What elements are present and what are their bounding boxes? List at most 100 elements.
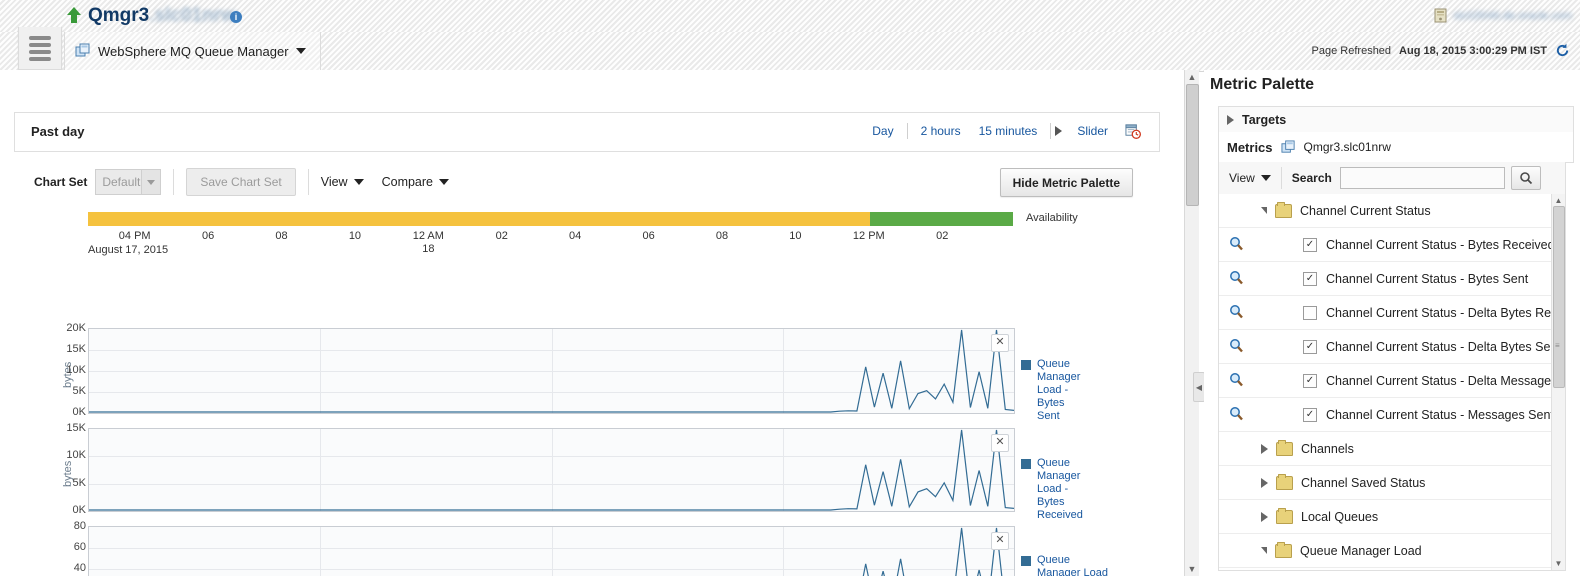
metric-tree-metric-row[interactable]: ⋮⋮✓Queue Manager Load - Bytes Received [1219,568,1565,570]
palette-view-menu[interactable]: View [1229,171,1271,185]
magnifier-icon[interactable] [1229,372,1244,390]
y-axis-tick: 80 [73,520,86,532]
legend-swatch [1021,556,1031,566]
metric-tree-folder-row[interactable]: Local Queues [1219,500,1565,534]
scrollbar-thumb[interactable] [1186,84,1199,206]
chevron-right-icon [1227,115,1234,125]
metric-checkbox[interactable]: ✓ [1303,407,1317,422]
magnifier-icon[interactable] [1229,236,1244,254]
y-axis-tick: 5K [72,476,86,489]
chevron-down-icon[interactable] [1261,207,1267,214]
chevron-right-icon[interactable] [1261,443,1268,454]
metrics-section-header: Metrics Qmgr3.slc01nrw [1218,132,1574,163]
time-range-options: Day 2 hours 15 minutes Slider [863,123,1141,139]
availability-segment-0[interactable] [88,212,870,226]
plot-area[interactable] [88,328,1015,414]
metric-tree: Channel Current Status ✓ Channel Current S… [1218,194,1566,571]
range-option-2hours[interactable]: 2 hours [912,124,970,138]
hide-metric-palette-button[interactable]: Hide Metric Palette [999,168,1133,197]
magnifier-icon[interactable] [1229,338,1244,356]
metric-tree-rows: Channel Current Status ✓ Channel Current S… [1219,194,1565,570]
folder-icon [1276,473,1293,490]
metric-tree-folder-row[interactable]: Channel Saved Status [1219,466,1565,500]
slider-toggle[interactable]: Slider [1068,124,1117,138]
range-option-15minutes[interactable]: 15 minutes [970,124,1047,138]
range-option-day[interactable]: Day [863,124,902,138]
metric-checkbox[interactable]: ✓ [1303,271,1317,286]
divider [1280,167,1282,189]
metric-label: Channel Current Status - Delta Bytes Sen… [1326,339,1561,354]
legend-label[interactable]: Queue Manager Load - Bytes Received [1037,457,1083,522]
metric-tree-metric-row[interactable]: ✓ Channel Current Status - Messages Sent/… [1219,398,1565,432]
chevron-right-icon[interactable] [1261,511,1268,522]
chevron-down-icon[interactable] [1261,547,1267,554]
time-range-panel: Past day Day 2 hours 15 minutes Slider [14,112,1160,152]
metric-tree-folder-row[interactable]: Queue Manager Load [1219,534,1565,568]
close-icon[interactable]: ✕ [991,334,1009,352]
plot-area[interactable] [88,526,1015,576]
target-suffix-blurred: .slc01nrw [149,5,236,26]
targets-section-header[interactable]: Targets [1218,106,1574,134]
metric-folder-label: Channel Saved Status [1301,475,1426,490]
metric-tree-metric-row[interactable]: Channel Current Status - Delta Bytes Rec… [1219,296,1565,330]
legend-label[interactable]: Queue Manager Load - Messages Sent/Recei… [1037,554,1109,576]
close-icon[interactable]: ✕ [991,434,1009,452]
chevron-right-icon[interactable] [1261,477,1268,488]
refresh-icon[interactable] [1555,43,1570,58]
metric-tree-metric-row[interactable]: ✓ Channel Current Status - Delta Bytes Se… [1219,330,1565,364]
queue-manager-menu[interactable]: WebSphere MQ Queue Manager [64,32,321,70]
y-axis-labels: 20K 15K 10K 5K 0K [42,322,86,418]
metric-tree-folder-row[interactable]: Channel Current Status [1219,194,1565,228]
palette-view-label: View [1229,171,1255,185]
view-menu[interactable]: View [321,175,364,189]
metric-tree-metric-row[interactable]: ✓ Channel Current Status - Bytes Received [1219,228,1565,262]
metric-checkbox[interactable]: ✓ [1303,373,1317,388]
compare-menu[interactable]: Compare [382,175,450,189]
time-range-label: Past day [31,124,85,139]
magnifier-icon[interactable] [1229,406,1244,424]
chart-legend: Queue Manager Load - Messages Sent/Recei… [1021,554,1109,576]
plot-area[interactable] [88,428,1015,512]
refresh-timestamp: Aug 18, 2015 3:00:29 PM IST [1399,44,1547,57]
y-axis-tick: 0K [72,504,86,516]
metric-checkbox[interactable] [1303,305,1317,320]
slider-expand-icon[interactable] [1055,126,1063,136]
search-input[interactable] [1339,167,1505,189]
metric-tree-metric-row[interactable]: ✓ Channel Current Status - Bytes Sent [1219,262,1565,296]
metric-tree-folder-row[interactable]: Channels [1219,432,1565,466]
magnifier-icon[interactable] [1229,304,1244,322]
folder-icon [1275,201,1292,218]
scroll-down-icon[interactable]: ▼ [1187,564,1197,574]
divider [307,169,309,195]
y-axis-tick: 0K [72,406,86,418]
chart-set-select[interactable]: Default [95,169,162,195]
series-line [89,429,1014,511]
scroll-up-icon[interactable]: ▲ [1187,72,1197,82]
series-line [862,527,1003,576]
metric-folder-label: Channel Current Status [1300,203,1431,218]
metric-tree-metric-row[interactable]: ✓ Channel Current Status - Delta Messages [1219,364,1565,398]
chevron-down-icon [141,170,161,194]
save-chart-set-button[interactable]: Save Chart Set [186,168,296,196]
hamburger-menu-icon[interactable] [18,27,62,70]
magnifier-icon[interactable] [1229,270,1244,288]
metric-checkbox[interactable]: ✓ [1303,237,1317,252]
search-button[interactable] [1510,166,1541,190]
info-icon[interactable]: i [230,11,242,23]
content-scrollbar[interactable]: ▲ ▼ [1184,70,1199,576]
legend-label[interactable]: Queue Manager Load - Bytes Sent [1037,358,1080,423]
availability-segment-1[interactable] [869,212,1013,226]
scroll-up-icon[interactable]: ▲ [1554,196,1563,205]
performance-content-region: Past day Day 2 hours 15 minutes Slider C… [0,70,1184,576]
availability-bar[interactable] [88,212,1013,226]
metric-checkbox[interactable]: ✓ [1303,339,1317,354]
metrics-label: Metrics [1227,139,1273,155]
scroll-down-icon[interactable]: ▼ [1554,559,1563,568]
calendar-clock-icon[interactable] [1125,123,1141,139]
scrollbar-thumb[interactable] [1553,206,1565,388]
metric-tree-scrollbar[interactable]: ▲ ≡ ▼ [1551,194,1565,570]
host-name-blurred: slc02l046.de.oracle.com [1453,9,1572,22]
close-icon[interactable]: ✕ [991,532,1009,550]
brand-bar: Qmgr3.slc01nrw i slc02l046.de.oracle.com [0,0,1580,32]
metric-folder-label: Queue Manager Load [1300,543,1422,558]
